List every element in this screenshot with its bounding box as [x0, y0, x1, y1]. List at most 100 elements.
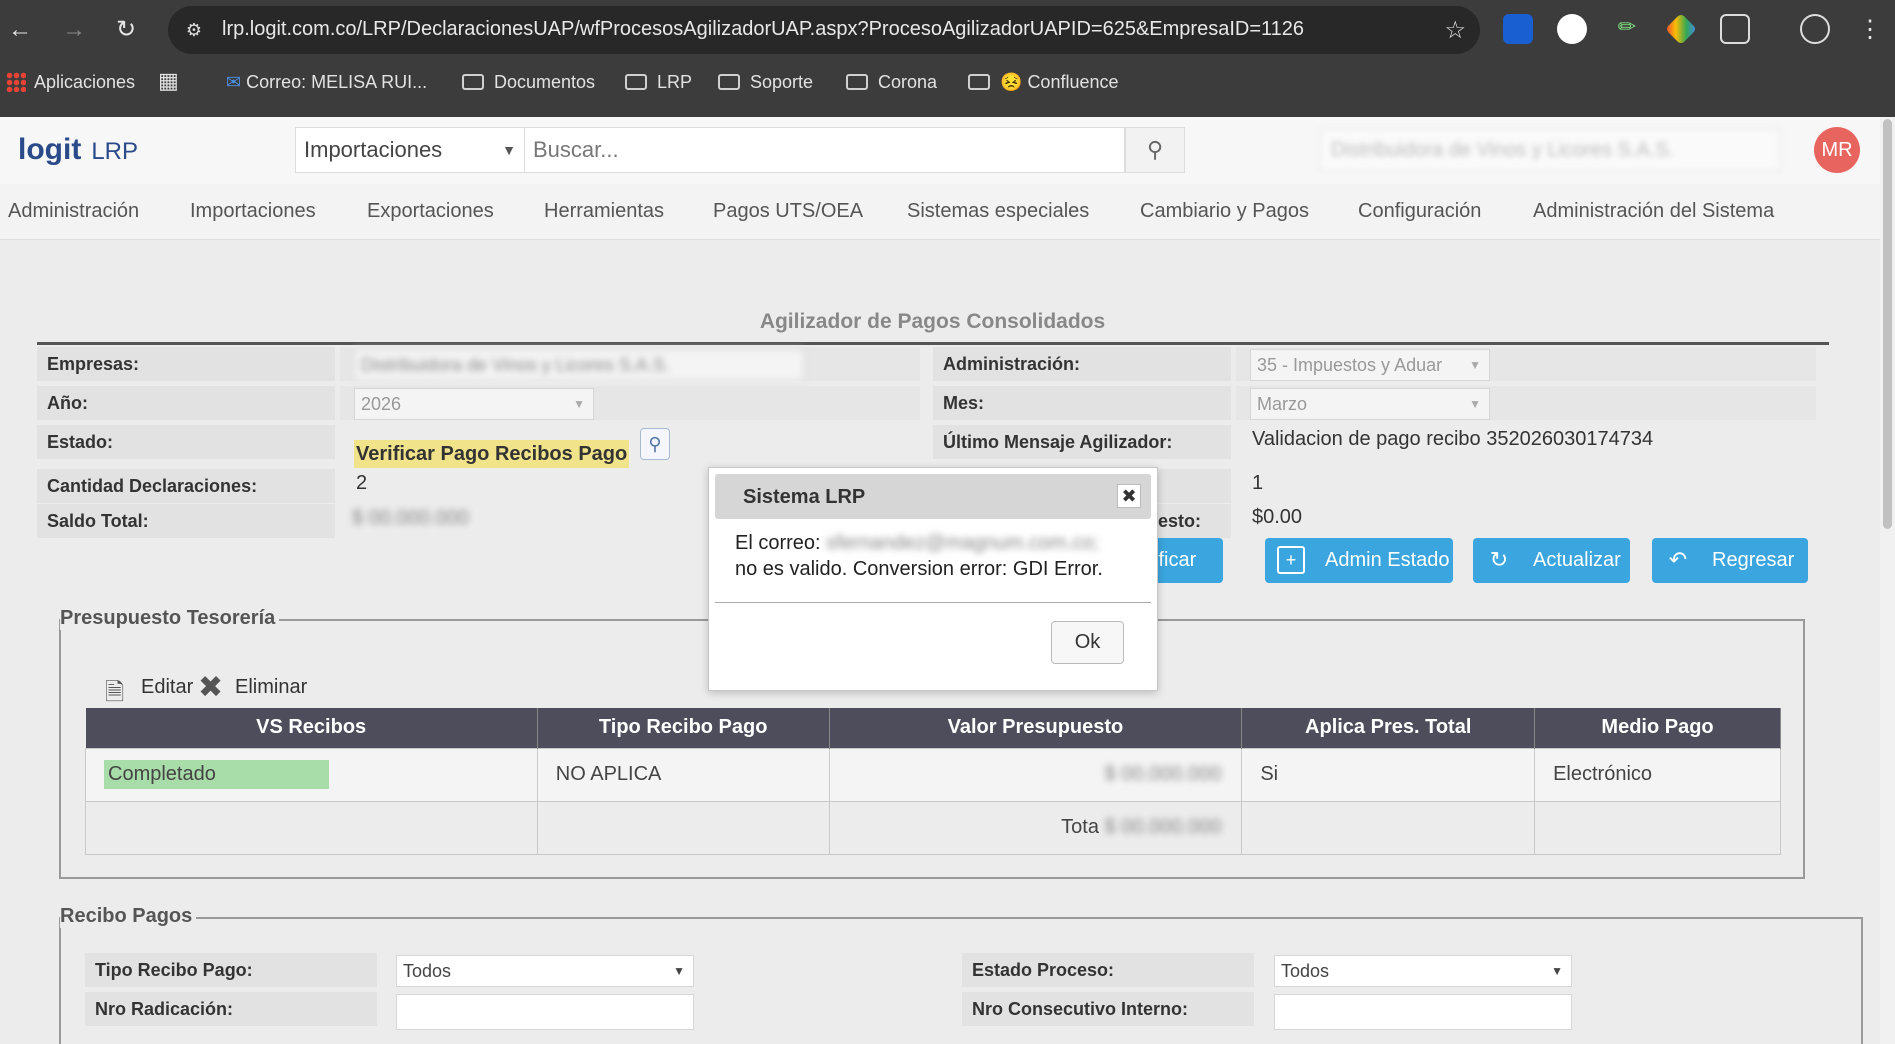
email-value: sfernandez@magnum.com.co;: [826, 532, 1099, 554]
regresar-button[interactable]: ↶ Regresar: [1652, 538, 1808, 583]
bookmark-star-icon[interactable]: ☆: [1444, 16, 1466, 45]
delete-link[interactable]: Eliminar: [235, 676, 307, 699]
col-medio-pago[interactable]: Medio Pago: [1534, 708, 1781, 748]
label-cantidad: Cantidad Declaraciones:: [37, 469, 335, 503]
table-total-row: Tota $ 00.000.000: [85, 800, 1781, 855]
admin-estado-button[interactable]: + Admin Estado: [1265, 538, 1453, 583]
edit-link[interactable]: Editar: [141, 676, 193, 699]
search-input[interactable]: Buscar...: [525, 127, 1125, 173]
caret-down-icon: ▼: [1469, 397, 1481, 411]
browser-chrome: ← → ↻ ⚙ lrp.logit.com.co/LRP/Declaracion…: [0, 0, 1895, 117]
nro-radicacion-input[interactable]: [396, 994, 694, 1030]
caret-down-icon: ▼: [502, 142, 516, 158]
zoom-search-icon[interactable]: ⚲: [640, 428, 670, 460]
page-title: Agilizador de Pagos Consolidados: [759, 310, 1106, 333]
label-estado-proceso: Estado Proceso:: [962, 953, 1254, 987]
col-aplica-total[interactable]: Aplica Pres. Total: [1241, 708, 1536, 748]
menu-administracion-sistema[interactable]: Administración del Sistema: [1533, 200, 1774, 223]
caret-down-icon: ▼: [573, 397, 585, 411]
caret-down-icon: ▼: [1551, 964, 1563, 978]
logo[interactable]: logit LRP: [18, 133, 138, 167]
search-category-select[interactable]: Importaciones ▼: [295, 127, 525, 173]
menu-sistemas-especiales[interactable]: Sistemas especiales: [907, 200, 1089, 223]
emoji-icon: 😣: [1000, 72, 1023, 92]
back-icon[interactable]: ←: [2, 12, 38, 48]
count-value: 1: [1252, 472, 1264, 494]
bitwarden-icon[interactable]: [1503, 14, 1533, 44]
bookmark-soporte[interactable]: Soporte: [718, 72, 813, 93]
status-badge: Completado: [104, 760, 329, 789]
table-header-row: VS Recibos Tipo Recibo Pago Valor Presup…: [85, 708, 1781, 748]
bookmark-correo[interactable]: ✉ Correo: MELISA RUI...: [226, 72, 427, 93]
forward-icon[interactable]: →: [56, 12, 92, 48]
avatar[interactable]: MR: [1814, 127, 1860, 173]
label-mes: Mes:: [933, 386, 1231, 420]
empresa-select[interactable]: Distribuidora de Vinos y Licores S.A.S.: [354, 349, 804, 381]
search-icon[interactable]: ⚲: [1125, 127, 1185, 173]
dialog-header: Sistema LRP ✖: [715, 474, 1151, 519]
profile-icon[interactable]: [1800, 14, 1830, 44]
menu-importaciones[interactable]: Importaciones: [190, 200, 316, 223]
bookmark-documentos[interactable]: Documentos: [462, 72, 595, 93]
delete-x-icon[interactable]: ✖: [198, 670, 223, 705]
mes-select[interactable]: Marzo ▼: [1250, 388, 1490, 420]
address-bar[interactable]: ⚙ lrp.logit.com.co/LRP/DeclaracionesUAP/…: [168, 6, 1480, 54]
table-row[interactable]: Completado NO APLICA $ 00.000.000 Si Ele…: [85, 747, 1781, 802]
bookmark-confluence[interactable]: 😣 Confluence: [968, 72, 1119, 93]
col-valor-presupuesto[interactable]: Valor Presupuesto: [829, 708, 1243, 748]
pen-icon[interactable]: ✏: [1612, 14, 1642, 44]
site-settings-icon[interactable]: ⚙: [182, 18, 206, 42]
plus-square-icon: +: [1277, 546, 1305, 574]
url-text[interactable]: lrp.logit.com.co/LRP/DeclaracionesUAP/wf…: [222, 18, 1304, 41]
extension-icon[interactable]: [1557, 14, 1587, 44]
label-saldo: Saldo Total:: [37, 504, 335, 538]
cell-medio: Electrónico: [1534, 747, 1781, 802]
page-scrollbar[interactable]: [1880, 117, 1895, 1044]
reply-arrow-icon: ↶: [1668, 547, 1688, 572]
menu-exportaciones[interactable]: Exportaciones: [367, 200, 494, 223]
cell-empty: [536, 800, 830, 855]
cell-valor: $ 00.000.000: [828, 747, 1243, 802]
reload-icon[interactable]: ↻: [108, 12, 144, 48]
label-estado: Estado:: [37, 425, 335, 459]
bookmark-corona[interactable]: Corona: [846, 72, 937, 93]
col-tipo-recibo[interactable]: Tipo Recibo Pago: [537, 708, 830, 748]
menu-herramientas[interactable]: Herramientas: [544, 200, 664, 223]
caret-down-icon: ▼: [1469, 358, 1481, 372]
anio-select[interactable]: 2026 ▼: [354, 388, 594, 420]
bookmark-apps[interactable]: Aplicaciones: [6, 72, 135, 93]
kebab-menu-icon[interactable]: ⋮: [1852, 12, 1888, 48]
col-vs-recibos[interactable]: VS Recibos: [85, 708, 538, 748]
folder-icon: [846, 74, 868, 90]
actualizar-button[interactable]: ↻ Actualizar: [1473, 538, 1630, 583]
label-ultimo-mensaje: Último Mensaje Agilizador:: [933, 425, 1231, 459]
estado-proceso-select[interactable]: Todos ▼: [1274, 955, 1572, 987]
dialog-title: Sistema LRP: [743, 486, 866, 508]
menu-pagos-uts[interactable]: Pagos UTS/OEA: [713, 200, 863, 223]
ultimo-mensaje-value: Validacion de pago recibo 35202603017473…: [1252, 428, 1654, 450]
app-header: logit LRP Importaciones ▼ Buscar... ⚲ Dist…: [0, 117, 1880, 184]
scroll-thumb[interactable]: [1883, 119, 1892, 529]
dialog-message: El correo: sfernandez@magnum.com.co; no …: [735, 532, 1103, 580]
main-menu: Administración Importaciones Exportacion…: [0, 184, 1880, 240]
menu-configuracion[interactable]: Configuración: [1358, 200, 1481, 223]
label-tipo-recibo: Tipo Recibo Pago:: [85, 953, 377, 987]
ok-button[interactable]: Ok: [1051, 621, 1124, 664]
error-dialog: Sistema LRP ✖ El correo: sfernandez@magn…: [708, 467, 1158, 691]
grid-icon[interactable]: ▦: [158, 68, 179, 94]
dialog-divider: [715, 602, 1151, 603]
close-icon[interactable]: ✖: [1117, 484, 1141, 508]
bookmark-lrp[interactable]: LRP: [625, 72, 692, 93]
company-select[interactable]: Distribuidora de Vinos y Licores S.A.S.: [1320, 129, 1780, 171]
estado-value: Verificar Pago Recibos Pago: [354, 440, 630, 468]
menu-cambiario[interactable]: Cambiario y Pagos: [1140, 200, 1309, 223]
nro-consecutivo-input[interactable]: [1274, 994, 1572, 1030]
bookmarks-bar: Aplicaciones ▦ ✉ Correo: MELISA RUI... D…: [0, 64, 1895, 106]
tipo-recibo-select[interactable]: Todos ▼: [396, 955, 694, 987]
puzzle-icon[interactable]: [1720, 14, 1750, 44]
color-extension-icon[interactable]: [1665, 13, 1697, 45]
administracion-select[interactable]: 35 - Impuestos y Aduar ▼: [1250, 349, 1490, 381]
menu-administracion[interactable]: Administración: [8, 200, 139, 223]
saldo-value: $ 00.000.000: [352, 507, 469, 529]
folder-icon: [718, 74, 740, 90]
